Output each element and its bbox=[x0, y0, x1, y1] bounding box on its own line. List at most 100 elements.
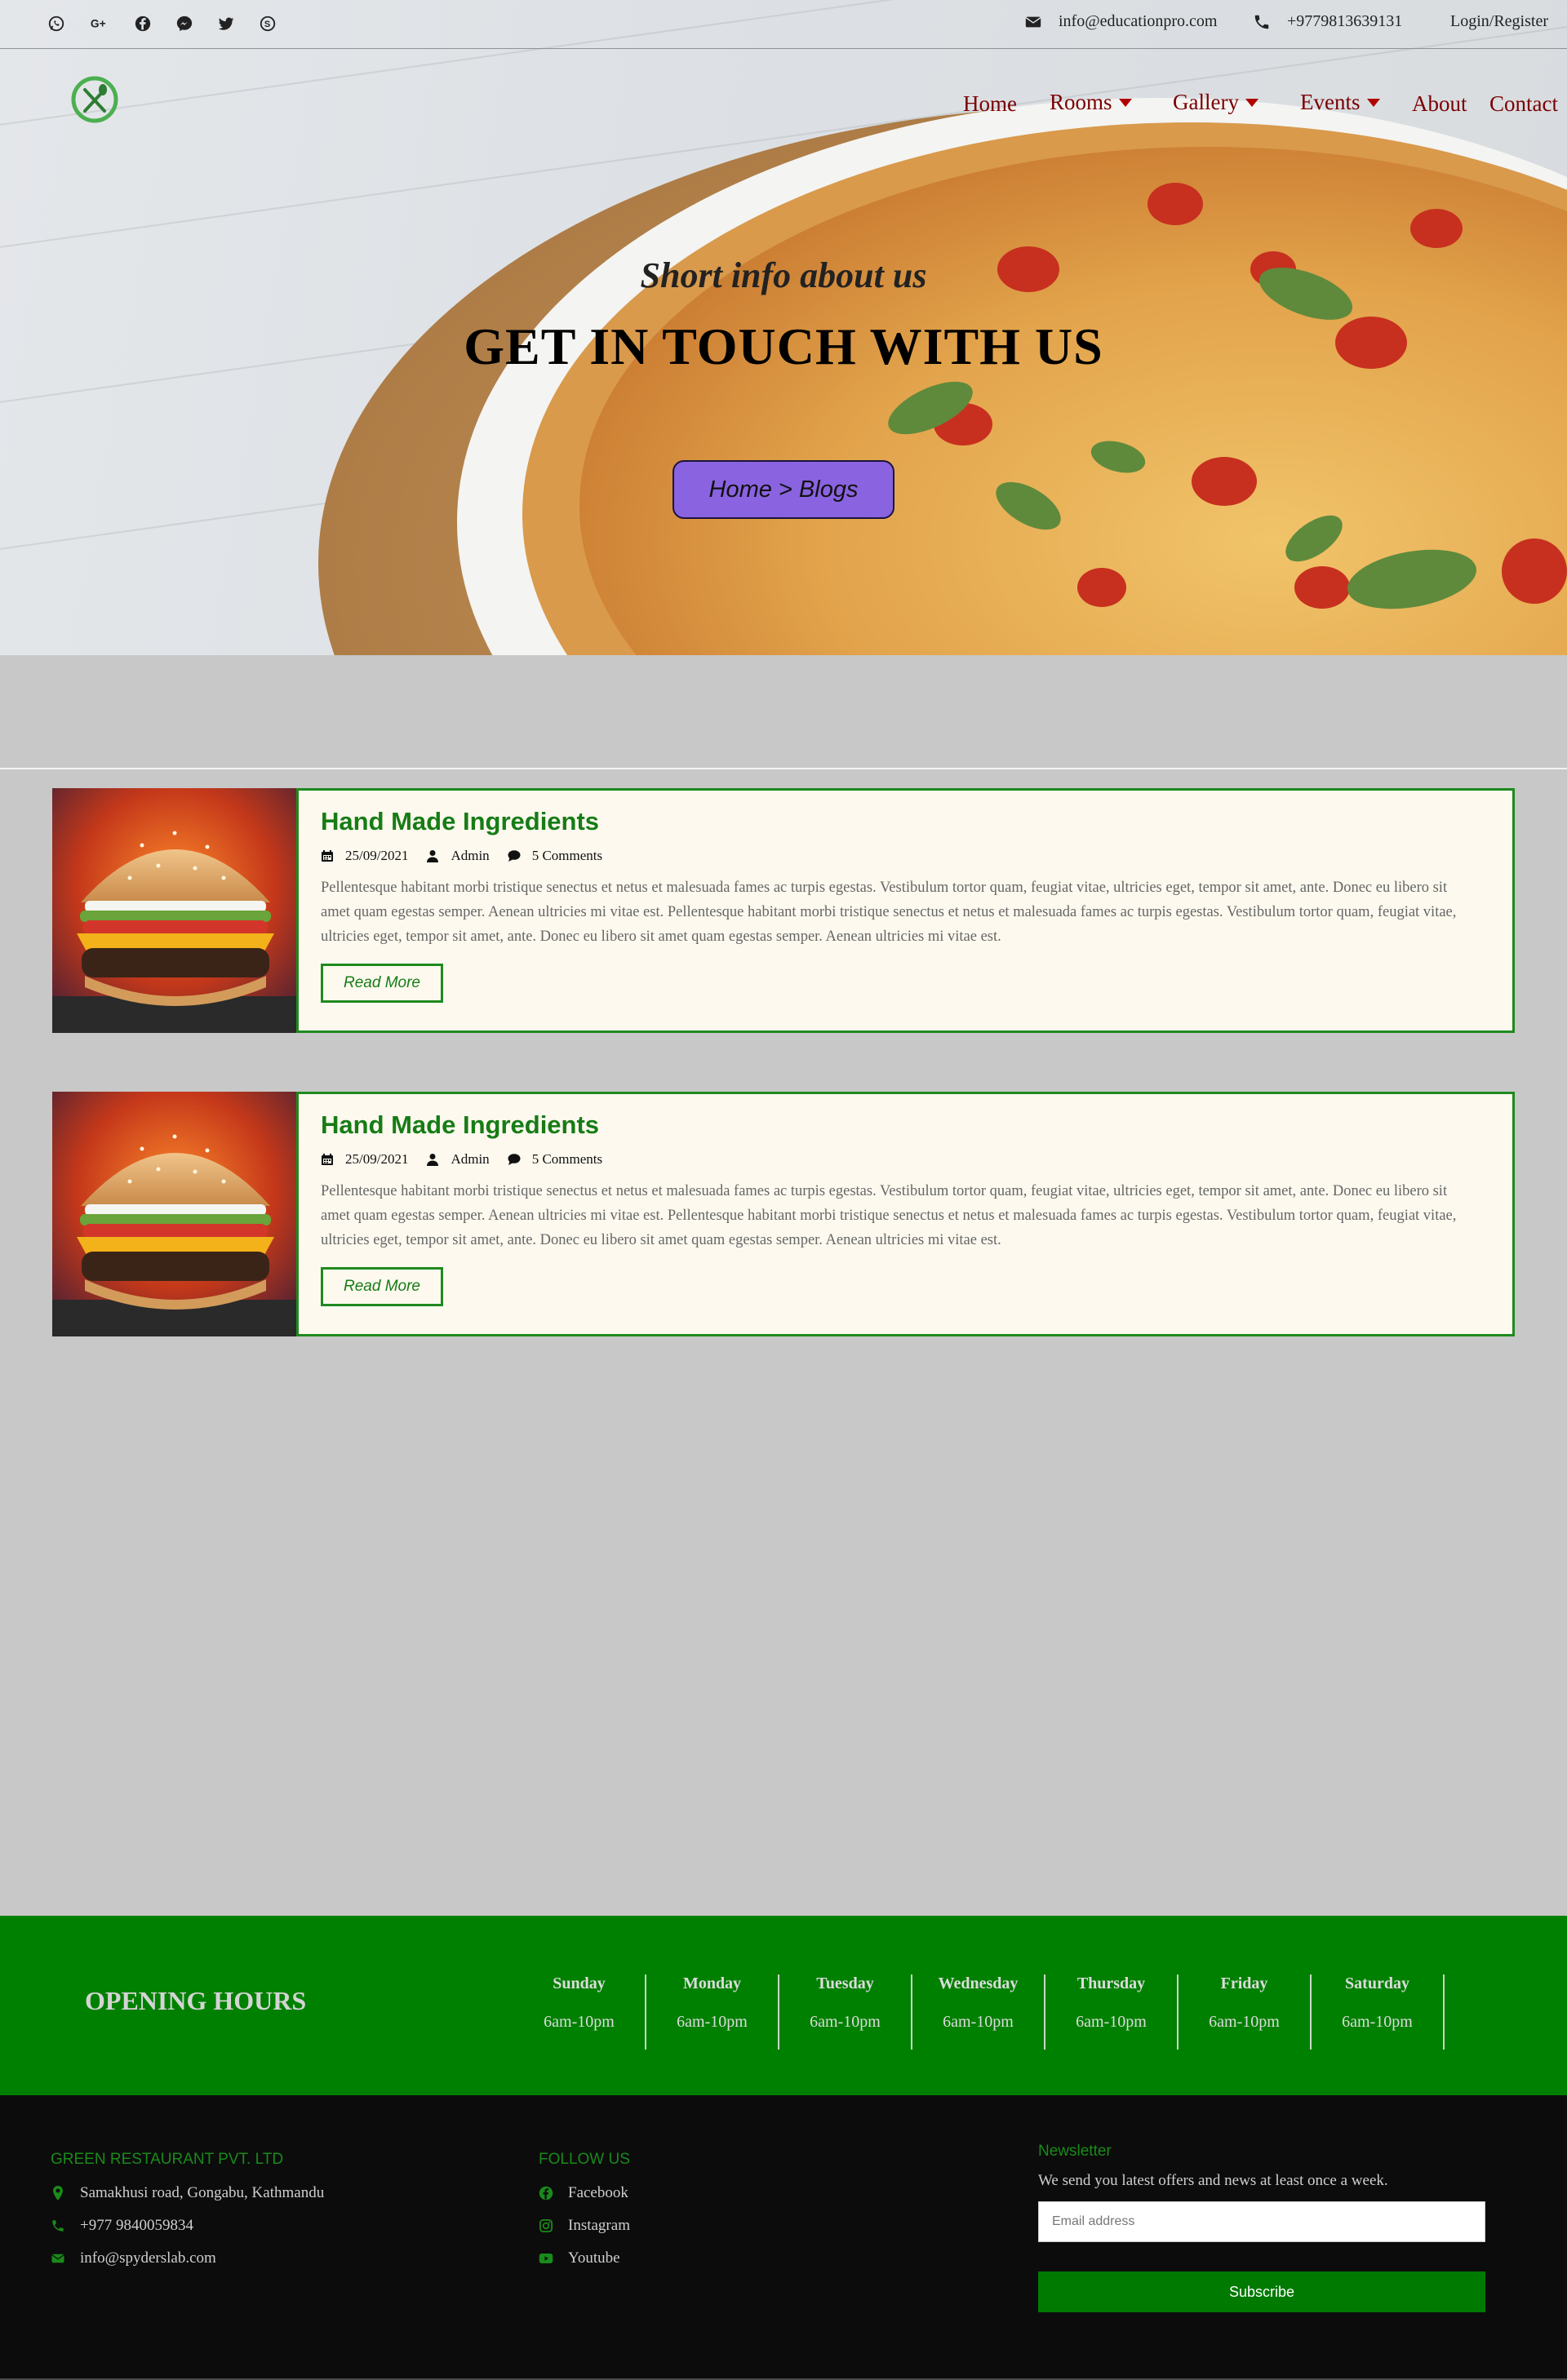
login-register-text: Login/Register bbox=[1450, 12, 1548, 30]
calendar-icon bbox=[322, 850, 333, 862]
topbar-phone-text: +9779813639131 bbox=[1287, 12, 1403, 30]
topbar-email[interactable]: info@educationpro.com bbox=[1024, 12, 1217, 31]
post-meta: 25/09/2021 Admin 5 Comments bbox=[321, 848, 1480, 864]
day-monday: Monday 6am-10pm bbox=[646, 1974, 779, 2050]
follow-instagram-link[interactable]: Instagram bbox=[539, 2217, 630, 2235]
nav-events[interactable]: Events bbox=[1300, 90, 1380, 115]
day-wednesday: Wednesday 6am-10pm bbox=[912, 1974, 1045, 2050]
post-excerpt: Pellentesque habitant morbi tristique se… bbox=[321, 880, 1457, 945]
company-phone-text: +977 9840059834 bbox=[80, 2217, 193, 2234]
day-name: Tuesday bbox=[816, 1974, 874, 1992]
post-title[interactable]: Hand Made Ingredients bbox=[321, 1110, 1480, 1140]
company-email[interactable]: info@spyderslab.com bbox=[51, 2249, 216, 2267]
day-time: 6am-10pm bbox=[1209, 2013, 1280, 2031]
day-name: Wednesday bbox=[938, 1974, 1019, 1992]
svg-text:S: S bbox=[264, 20, 270, 29]
restaurant-logo[interactable] bbox=[69, 73, 121, 126]
day-time: 6am-10pm bbox=[677, 2013, 748, 2031]
day-time: 6am-10pm bbox=[1076, 2013, 1147, 2031]
nav-rooms-label: Rooms bbox=[1050, 90, 1112, 114]
messenger-icon[interactable] bbox=[174, 13, 195, 34]
post-date: 25/09/2021 bbox=[345, 1151, 409, 1167]
nav-about-label: About bbox=[1412, 91, 1467, 116]
section-divider bbox=[0, 768, 1567, 769]
company-address-text: Samakhusi road, Gongabu, Kathmandu bbox=[80, 2184, 325, 2201]
whatsapp-icon[interactable] bbox=[46, 13, 67, 34]
map-marker-icon bbox=[53, 2186, 63, 2201]
subscribe-button[interactable]: Subscribe bbox=[1038, 2271, 1485, 2312]
login-register-link[interactable]: Login/Register bbox=[1450, 12, 1548, 31]
day-friday: Friday 6am-10pm bbox=[1179, 1974, 1312, 2050]
caret-down-icon bbox=[1366, 98, 1380, 107]
read-more-button[interactable]: Read More bbox=[321, 964, 443, 1003]
calendar-icon bbox=[322, 1154, 333, 1165]
day-sunday: Sunday 6am-10pm bbox=[513, 1974, 646, 2050]
youtube-icon bbox=[539, 2254, 553, 2263]
topbar-email-text: info@educationpro.com bbox=[1059, 12, 1218, 30]
follow-youtube-link[interactable]: Youtube bbox=[539, 2249, 620, 2267]
phone-icon bbox=[1254, 15, 1269, 29]
burger-image[interactable] bbox=[52, 1092, 299, 1336]
post-title[interactable]: Hand Made Ingredients bbox=[321, 807, 1480, 836]
breadcrumb-button[interactable]: Home > Blogs bbox=[673, 460, 894, 519]
blog-post-card: Hand Made Ingredients 25/09/2021 Admin 5… bbox=[52, 788, 1515, 1033]
hero-title: GET IN TOUCH WITH US bbox=[464, 317, 1103, 375]
follow-us-heading: FOLLOW US bbox=[539, 2151, 630, 2168]
post-comments: 5 Comments bbox=[531, 1151, 603, 1167]
user-icon bbox=[427, 1154, 439, 1166]
nav-gallery[interactable]: Gallery bbox=[1173, 90, 1258, 115]
envelope-icon bbox=[1025, 16, 1041, 27]
facebook-icon bbox=[539, 2186, 553, 2201]
day-name: Sunday bbox=[553, 1974, 606, 1992]
read-more-button[interactable]: Read More bbox=[321, 1267, 443, 1306]
newsletter-heading: Newsletter bbox=[1038, 2143, 1112, 2160]
google-plus-icon[interactable]: G+ bbox=[88, 13, 109, 34]
nav-events-label: Events bbox=[1300, 90, 1361, 114]
company-email-text: info@spyderslab.com bbox=[80, 2249, 216, 2267]
company-address: Samakhusi road, Gongabu, Kathmandu bbox=[51, 2184, 324, 2202]
day-time: 6am-10pm bbox=[544, 2013, 615, 2031]
post-date: 25/09/2021 bbox=[345, 848, 409, 863]
user-icon bbox=[427, 850, 439, 862]
post-excerpt: Pellentesque habitant morbi tristique se… bbox=[321, 1183, 1457, 1248]
opening-hours-section: OPENING HOURS Sunday 6am-10pm Monday 6am-1… bbox=[0, 1916, 1567, 2095]
day-tuesday: Tuesday 6am-10pm bbox=[779, 1974, 912, 2050]
facebook-link-text: Facebook bbox=[568, 2184, 628, 2201]
facebook-icon[interactable] bbox=[132, 13, 153, 34]
newsletter-description: We send you latest offers and news at le… bbox=[1038, 2172, 1388, 2189]
burger-image[interactable] bbox=[52, 788, 299, 1033]
follow-facebook-link[interactable]: Facebook bbox=[539, 2184, 628, 2202]
day-name: Monday bbox=[682, 1974, 742, 1992]
day-time: 6am-10pm bbox=[943, 2013, 1014, 2031]
newsletter-email-input[interactable] bbox=[1038, 2201, 1485, 2242]
nav-home[interactable]: Home bbox=[963, 91, 1017, 117]
topbar-phone[interactable]: +9779813639131 bbox=[1253, 12, 1402, 31]
twitter-icon[interactable] bbox=[215, 13, 237, 34]
blog-post-card: Hand Made Ingredients 25/09/2021 Admin 5… bbox=[52, 1092, 1515, 1336]
nav-contact-label: Contact bbox=[1489, 91, 1558, 116]
instagram-icon bbox=[539, 2218, 553, 2233]
day-saturday: Saturday 6am-10pm bbox=[1312, 1974, 1445, 2050]
post-comments: 5 Comments bbox=[531, 848, 603, 863]
company-phone[interactable]: +977 9840059834 bbox=[51, 2217, 193, 2235]
youtube-link-text: Youtube bbox=[568, 2249, 620, 2267]
day-thursday: Thursday 6am-10pm bbox=[1045, 1974, 1179, 2050]
post-author: Admin bbox=[451, 1151, 490, 1167]
day-name: Saturday bbox=[1345, 1974, 1409, 1992]
post-meta: 25/09/2021 Admin 5 Comments bbox=[321, 1151, 1480, 1168]
day-time: 6am-10pm bbox=[810, 2013, 881, 2031]
nav-contact[interactable]: Contact bbox=[1489, 91, 1558, 117]
nav-home-label: Home bbox=[963, 91, 1017, 116]
top-bar: G+ S info@educationpro.com +977981363913… bbox=[0, 0, 1567, 49]
comment-icon bbox=[508, 850, 521, 862]
nav-rooms[interactable]: Rooms bbox=[1050, 90, 1132, 115]
day-name: Thursday bbox=[1076, 1974, 1146, 1992]
svg-text:G+: G+ bbox=[91, 18, 106, 30]
nav-about[interactable]: About bbox=[1412, 91, 1467, 117]
hero-banner: G+ S info@educationpro.com +977981363913… bbox=[0, 0, 1567, 655]
instagram-link-text: Instagram bbox=[568, 2217, 630, 2234]
envelope-icon bbox=[51, 2254, 64, 2263]
nav-gallery-label: Gallery bbox=[1173, 90, 1239, 114]
hero-subtitle: Short info about us bbox=[640, 255, 927, 295]
skype-icon[interactable]: S bbox=[257, 13, 278, 34]
